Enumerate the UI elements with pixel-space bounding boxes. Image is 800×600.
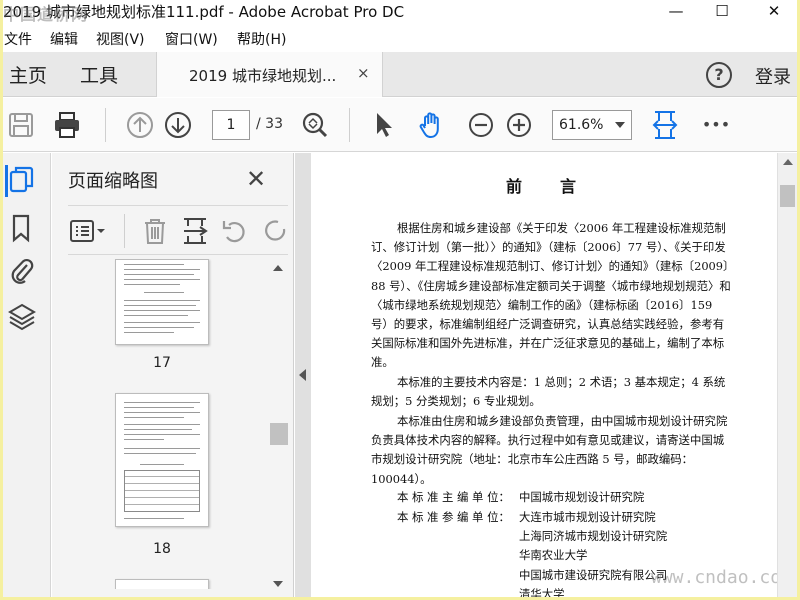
menu-edit[interactable]: 编辑: [50, 29, 78, 49]
select-cursor-icon[interactable]: [369, 110, 399, 140]
site-logo-watermark: 中国道桥网: [3, 5, 89, 24]
page-thumbnails-icon[interactable]: [5, 165, 35, 197]
paragraph-2: 本标准的主要技术内容是：1 总则；2 术语；3 基本规定；4 系统规划；5 分类…: [371, 375, 726, 409]
zoom-in-icon[interactable]: [504, 110, 534, 140]
panel-title: 页面缩略图: [68, 171, 158, 192]
previous-page-icon[interactable]: [125, 110, 155, 140]
menu-bar: 文件 编辑 视图(V) 窗口(W) 帮助(H): [3, 27, 797, 51]
co-unit-3: 华南农业大学: [519, 548, 588, 562]
co-unit-1: 大连市城市规划设计研究院: [519, 510, 656, 524]
thumbnail-page-18[interactable]: [115, 393, 209, 527]
menu-help[interactable]: 帮助(H): [237, 29, 286, 49]
paragraph-1: 根据住房和城乡建设部《关于印发〈2006 年工程建设标准规范制订、修订计划（第一…: [371, 221, 731, 370]
toolbar-separator: [105, 108, 106, 142]
paragraph-3: 本标准由住房和城乡建设部负责管理，由中国城市规划设计研究院负责具体技术内容的解释…: [371, 414, 728, 486]
bookmark-icon[interactable]: [8, 213, 38, 245]
scrollbar-thumb[interactable]: [780, 185, 795, 207]
print-icon[interactable]: [52, 110, 82, 140]
scroll-up-arrow[interactable]: [273, 265, 283, 271]
tab-tools[interactable]: 工具: [80, 61, 118, 88]
chevron-down-icon: [615, 122, 625, 128]
co-unit-5: 清华大学: [519, 587, 565, 597]
site-url-watermark: www.cndao.com: [651, 567, 777, 588]
thumbnail-label-17: 17: [153, 355, 171, 371]
navigation-rail: [3, 153, 51, 597]
zoom-level-select[interactable]: 61.6%: [552, 110, 632, 140]
marquee-zoom-icon[interactable]: [300, 110, 330, 140]
hand-tool-icon[interactable]: [417, 110, 447, 140]
tab-bar: 主页 工具 2019 城市绿地规划... × ? 登录: [3, 52, 797, 97]
co-unit-2: 上海同济城市规划设计研究院: [519, 529, 668, 543]
insert-page-icon[interactable]: [180, 216, 210, 246]
panel-toolbar: [68, 205, 288, 255]
menu-window[interactable]: 窗口(W): [165, 29, 218, 49]
page-thumbnails-panel: 页面缩略图 ✕ 17 18: [52, 153, 294, 597]
document-view[interactable]: 前言 根据住房和城乡建设部《关于印发〈2006 年工程建设标准规范制订、修订计划…: [311, 153, 777, 597]
thumbnail-label-18: 18: [153, 541, 171, 557]
menu-file[interactable]: 文件: [4, 29, 32, 49]
panel-collapse-handle[interactable]: [295, 153, 311, 597]
thumbnail-scrollbar[interactable]: [270, 261, 288, 591]
main-toolbar: 1 / 33 61.6% •••: [3, 98, 797, 152]
next-page-icon[interactable]: [163, 110, 193, 140]
document-heading: 前言: [506, 177, 615, 196]
fit-page-icon[interactable]: [650, 110, 680, 140]
options-menu-icon[interactable]: [68, 216, 110, 246]
title-bar: 2019 城市绿地规划标准111.pdf - Adobe Acrobat Pro…: [3, 0, 797, 26]
more-tools-icon[interactable]: •••: [701, 110, 731, 140]
scrollbar-thumb[interactable]: [270, 423, 288, 445]
thumbnail-list: 17 18: [68, 259, 270, 589]
layers-icon[interactable]: [8, 301, 38, 333]
co-unit-4: 中国城市建设研究院有限公司: [519, 568, 668, 582]
co-unit-label: 本 标 准 参 编 单 位：: [397, 510, 510, 524]
tab-home[interactable]: 主页: [9, 61, 47, 88]
rotate-counterclockwise-icon[interactable]: [220, 216, 250, 246]
collapse-left-icon: [299, 369, 306, 381]
tab-close-button[interactable]: ×: [357, 64, 370, 82]
panel-separator: [124, 214, 125, 248]
scroll-down-arrow[interactable]: [273, 581, 283, 587]
thumbnail-page-19[interactable]: [115, 579, 209, 589]
maximize-button[interactable]: ☐: [699, 0, 745, 24]
delete-icon[interactable]: [140, 216, 170, 246]
attachment-icon[interactable]: [8, 255, 38, 287]
thumbnail-page-17[interactable]: [115, 259, 209, 345]
tab-document[interactable]: 2019 城市绿地规划... ×: [156, 52, 383, 97]
tab-document-label: 2019 城市绿地规划...: [189, 67, 337, 85]
document-scrollbar[interactable]: [777, 153, 797, 597]
panel-close-button[interactable]: ✕: [246, 165, 266, 193]
save-icon[interactable]: [6, 110, 36, 140]
scroll-up-arrow[interactable]: [783, 159, 793, 165]
rotate-clockwise-icon[interactable]: [260, 216, 288, 246]
minimize-button[interactable]: —: [653, 0, 699, 24]
window-close-button[interactable]: ✕: [751, 0, 797, 24]
zoom-level-value: 61.6%: [559, 117, 604, 133]
login-button[interactable]: 登录: [755, 63, 791, 89]
help-icon[interactable]: ?: [706, 62, 732, 88]
chief-unit-label: 本 标 准 主 编 单 位：: [397, 490, 510, 504]
menu-view[interactable]: 视图(V): [96, 29, 145, 49]
chief-unit: 中国城市规划设计研究院: [519, 490, 645, 504]
page-total: / 33: [256, 116, 283, 132]
page-number-input[interactable]: 1: [212, 110, 250, 140]
toolbar-separator: [349, 108, 350, 142]
acrobat-window: 2019 城市绿地规划标准111.pdf - Adobe Acrobat Pro…: [3, 0, 797, 597]
zoom-out-icon[interactable]: [466, 110, 496, 140]
